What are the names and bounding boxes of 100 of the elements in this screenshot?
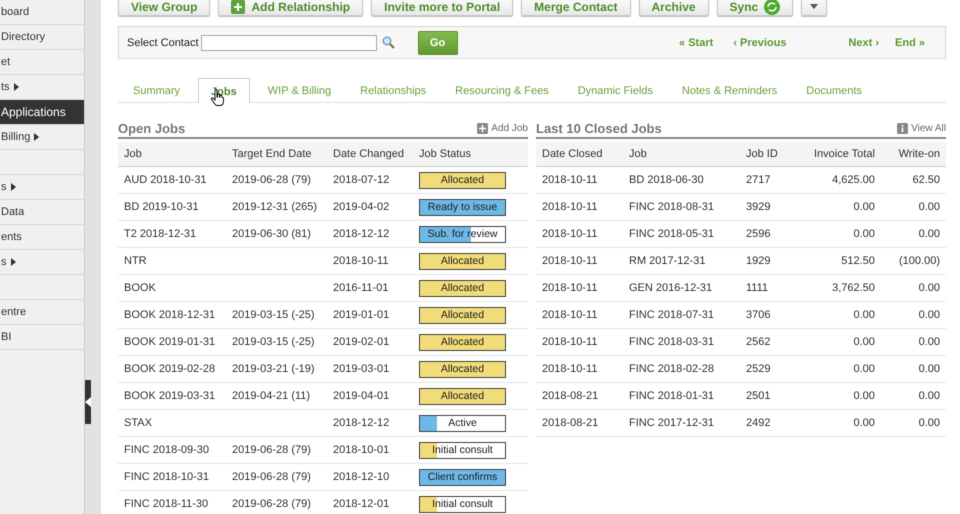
view-all-link[interactable]: View All [897, 122, 946, 134]
sync-icon [764, 0, 780, 14]
table-cell: 2018-10-11 [333, 255, 388, 267]
table-cell: 2018-10-11 [542, 363, 598, 375]
table-cell: RM 2017-12-31 [629, 255, 706, 267]
table-cell: 2492 [746, 417, 770, 429]
table-cell: T2 2018-12-31 [124, 228, 196, 240]
table-cell: 2529 [746, 363, 770, 375]
table-cell: FINC 2018-11-30 [124, 498, 208, 510]
column-header[interactable]: Date Changed [327, 142, 413, 166]
table-cell: 2019-04-01 [333, 390, 390, 402]
table-cell: 3706 [746, 309, 770, 321]
status-label: Allocated [440, 254, 484, 266]
status-label: Allocated [440, 336, 484, 348]
table-cell: 2019-02-01 [333, 336, 390, 348]
table-cell: 0.00 [854, 228, 875, 240]
table-cell: 0.00 [854, 309, 875, 321]
column-header[interactable]: Target End Date [226, 142, 327, 166]
table-cell: 0.00 [918, 282, 940, 294]
table-cell: 2019-06-30 (81) [232, 228, 311, 240]
caret-icon [810, 4, 818, 9]
table-cell: 0.00 [854, 363, 875, 375]
status-label: Allocated [440, 282, 484, 294]
table-cell: 2018-12-12 [333, 228, 390, 240]
table-cell: 2018-12-01 [333, 498, 390, 510]
field-label: Select Contact [127, 36, 199, 48]
table-cell: BOOK 2019-01-31 [124, 336, 216, 348]
table-cell: BOOK 2019-02-28 [124, 363, 216, 375]
table-cell: 62.50 [912, 174, 940, 186]
table-cell: 0.00 [854, 201, 875, 213]
table-cell: 2501 [746, 390, 770, 402]
column-header[interactable]: Job [118, 142, 226, 166]
table-cell: 2018-10-11 [542, 228, 598, 240]
table-cell: 4,625.00 [832, 174, 875, 186]
column-header[interactable]: Job [623, 142, 740, 166]
table-cell: 2019-04-21 (11) [232, 390, 310, 402]
table-cell: 2018-10-11 [542, 336, 598, 348]
column-header[interactable]: Job Status [413, 142, 528, 166]
table-cell: 2018-10-11 [542, 309, 598, 321]
table-cell: BD 2018-06-30 [629, 174, 704, 186]
table-cell: 2562 [746, 336, 770, 348]
table-cell: FINC 2018-05-31 [629, 228, 714, 240]
info-icon [897, 122, 908, 134]
table-cell: 0.00 [918, 363, 940, 375]
table-cell: 2019-03-21 (-19) [232, 363, 315, 375]
collapse-handle[interactable] [85, 380, 91, 424]
table-cell: 2018-10-11 [542, 282, 598, 294]
table-cell: STAX [124, 417, 152, 429]
table-cell: 2019-04-02 [333, 201, 390, 213]
table-cell: 2019-01-01 [333, 309, 390, 321]
table-cell: 2596 [746, 228, 770, 240]
table-cell: FINC 2018-10-31 [124, 471, 209, 483]
table-cell: 2018-10-01 [333, 444, 390, 456]
table-cell: FINC 2018-07-31 [629, 309, 714, 321]
sidebar-item[interactable]: Applications [0, 100, 84, 125]
table-cell: 2019-12-31 (265) [232, 201, 318, 213]
submenu-arrow-icon [10, 258, 16, 266]
table-cell: 2018-12-10 [333, 471, 390, 483]
table-cell: BOOK 2019-03-31 [124, 390, 216, 402]
table-cell: 2019-06-28 (79) [232, 444, 311, 456]
table-cell: NTR [124, 255, 147, 267]
table-cell: 3,762.50 [832, 282, 875, 294]
column-header[interactable]: Write-on [880, 142, 946, 166]
status-label: Allocated [440, 390, 484, 402]
add-job-link[interactable]: Add Job [477, 122, 528, 134]
column-header[interactable]: Invoice Total [792, 142, 881, 166]
table-cell: 3929 [746, 201, 770, 213]
table-cell: 1111 [746, 282, 768, 294]
status-label: Allocated [440, 362, 484, 374]
table-cell: 2018-10-11 [542, 255, 598, 267]
search-icon[interactable] [382, 36, 395, 49]
status-label: Allocated [440, 308, 484, 320]
submenu-arrow-icon [34, 133, 40, 141]
column-header[interactable]: Job ID [740, 142, 792, 166]
table-cell: BOOK [124, 282, 156, 294]
table-cell: 0.00 [918, 228, 940, 240]
table-cell: FINC 2018-08-31 [629, 201, 714, 213]
table-cell: 0.00 [854, 390, 875, 402]
table-cell: 2019-06-28 (79) [232, 471, 311, 483]
status-label: Allocated [440, 174, 484, 186]
table-cell: 0.00 [918, 201, 940, 213]
plus-icon [477, 122, 488, 134]
table-cell: 512.50 [841, 255, 875, 267]
table-cell: FINC 2018-01-31 [629, 390, 714, 402]
table-cell: 0.00 [918, 336, 940, 348]
dropdown-button[interactable] [801, 0, 828, 16]
table-cell: 2018-12-12 [333, 417, 390, 429]
table-cell: FINC 2018-02-28 [629, 363, 714, 375]
submenu-arrow-icon [14, 83, 19, 91]
table-cell: 2018-10-11 [542, 174, 598, 186]
plus-icon [231, 0, 246, 14]
table-cell: 2717 [746, 174, 770, 186]
table-cell: 2018-08-21 [542, 417, 598, 429]
section-title: Open Jobs [118, 120, 186, 136]
contact-input-field[interactable] [200, 34, 377, 50]
table-cell: 0.00 [918, 309, 940, 321]
column-header[interactable]: Date Closed [536, 142, 623, 166]
table-cell: 0.00 [918, 417, 940, 429]
table-cell: 1929 [746, 255, 770, 267]
table-cell: 2018-07-12 [333, 174, 390, 186]
